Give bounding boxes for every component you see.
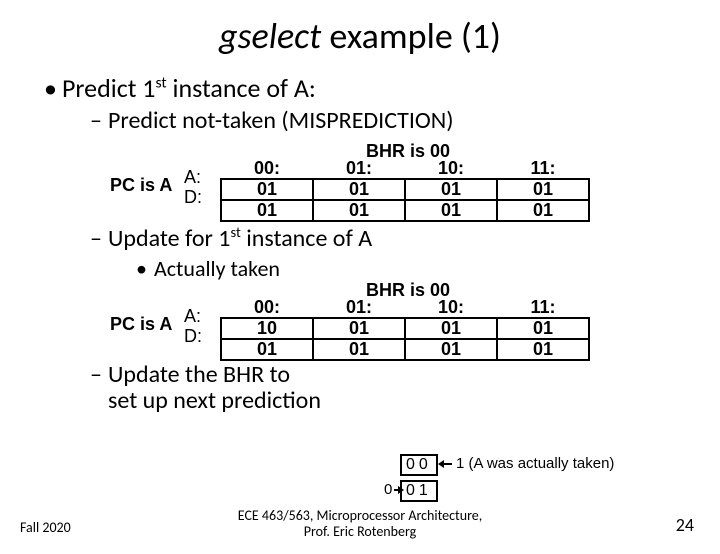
bhr-update-diagram: 00 1 (A was actually taken) 0 01 <box>400 454 438 502</box>
table-row: 01 01 01 01 <box>221 179 589 200</box>
footer-center: ECE 463/563, Microprocessor Architecture… <box>0 508 720 540</box>
bhr-new-row: 0 01 <box>400 480 438 502</box>
subbullet-update: –Update for 1st instance of A <box>90 223 720 253</box>
dash-icon: – <box>90 362 108 388</box>
pht-table-2: PC is A A: D: BHR is 00 00: 01: 10: 11: … <box>110 280 720 358</box>
col-headers: 00: 01: 10: 11: <box>221 159 589 179</box>
pht-grid: 00: 01: 10: 11: 01 01 01 01 01 01 01 01 <box>220 159 590 222</box>
bullet-1: •Predict 1st instance of A: <box>44 72 720 104</box>
pc-label: PC is A <box>110 314 172 335</box>
dash-icon: – <box>90 106 108 135</box>
subbullet-predict: –Predict not-taken (MISPREDICTION) <box>90 106 720 135</box>
title-rest: example (1) <box>321 14 501 58</box>
table-row: 01 01 01 01 <box>221 200 589 221</box>
pc-label: PC is A <box>110 175 172 196</box>
bhr-old-row: 00 1 (A was actually taken) <box>400 454 438 476</box>
col-headers: 00: 01: 10: 11: <box>221 298 589 318</box>
row-labels: A: D: <box>184 167 202 207</box>
table-row: 10 01 01 01 <box>221 318 589 339</box>
shift-out-bit: 0 <box>384 481 392 498</box>
row-labels: A: D: <box>184 306 202 346</box>
subsubbullet-actual: •Actually taken <box>136 255 720 282</box>
bullet-dot-icon: • <box>44 72 62 104</box>
bhr-new-box: 01 <box>400 480 438 502</box>
bhr-note: 1 (A was actually taken) <box>456 455 614 472</box>
table-row: 01 01 01 01 <box>221 339 589 360</box>
slide-title: gselect example (1) <box>0 14 720 58</box>
pht-table-1: PC is A A: D: BHR is 00 00: 01: 10: 11: … <box>110 141 720 219</box>
subbullet-update-bhr: –Update the BHR to set up next predictio… <box>90 362 720 414</box>
dash-icon: – <box>90 224 108 253</box>
pht-grid: 00: 01: 10: 11: 10 01 01 01 01 01 01 01 <box>220 298 590 361</box>
bullet-dot-icon: • <box>136 255 154 282</box>
arrow-right-icon <box>394 484 404 485</box>
arrow-left-icon <box>442 458 456 459</box>
slide-number: 24 <box>676 514 694 536</box>
title-italic: gselect <box>219 14 321 58</box>
bhr-old-box: 00 <box>400 454 438 476</box>
